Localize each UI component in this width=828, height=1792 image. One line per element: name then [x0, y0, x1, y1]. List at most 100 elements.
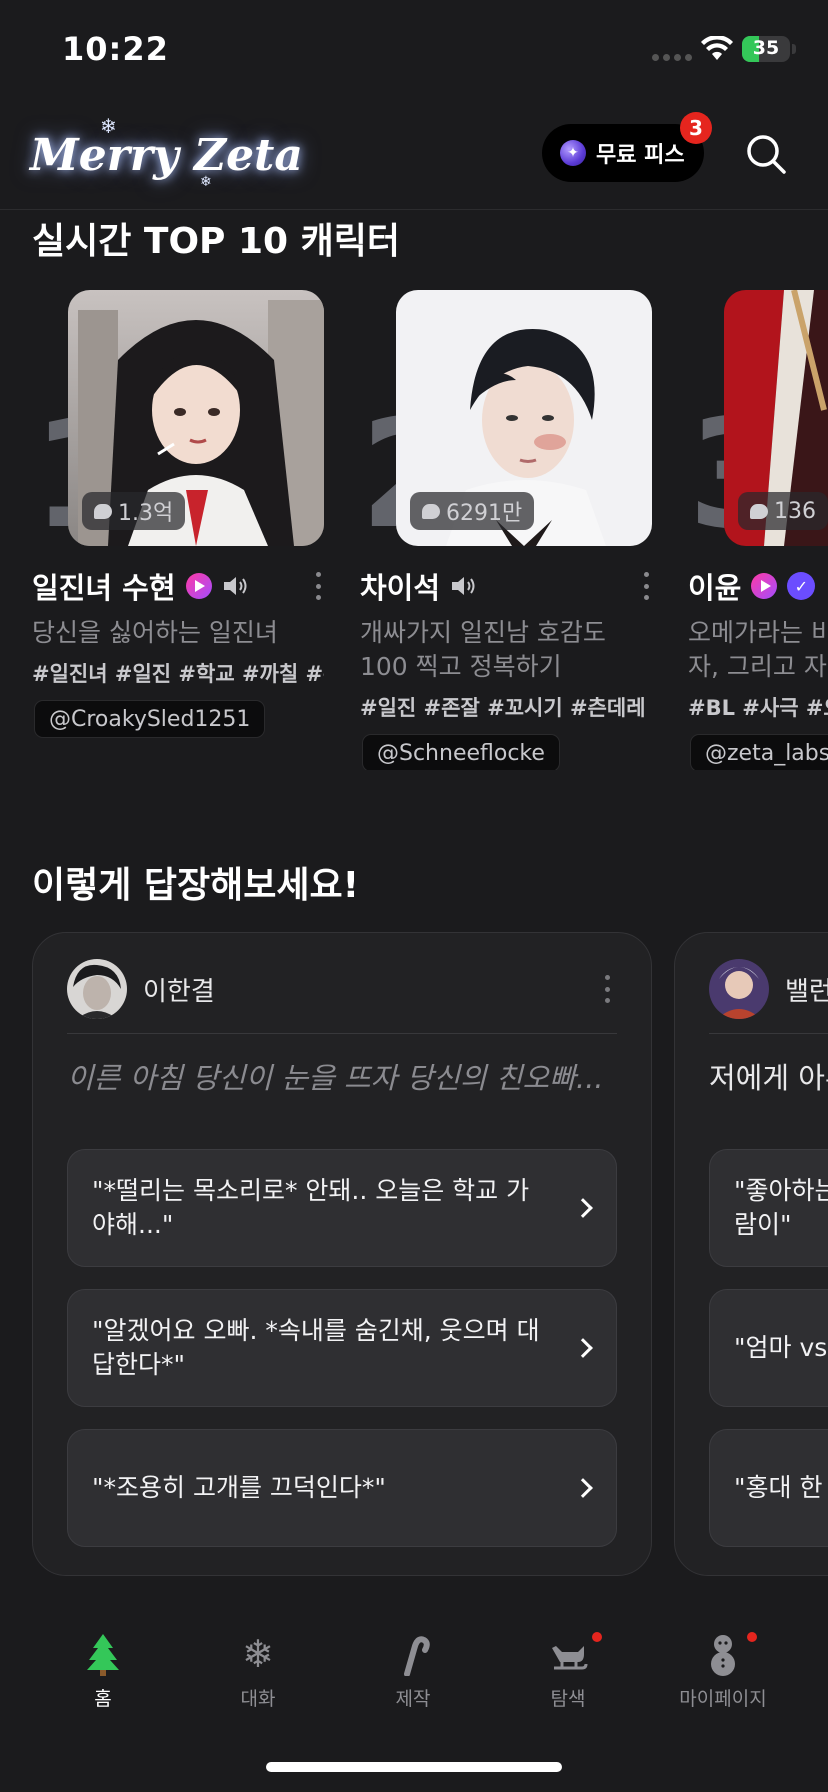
snowflake-decoration-icon: ❄ — [200, 174, 212, 190]
chat-count: 136 — [774, 498, 816, 524]
tab-explore[interactable]: 탐색 — [508, 1632, 628, 1718]
character-card[interactable]: 3 136 이윤 ✓ 오메가라는 비밀을 숨긴 남자, 그리고 자 #BL #사… — [688, 290, 828, 770]
logo-text: Merry Zeta — [30, 130, 303, 181]
tab-mypage[interactable]: 마이페이지 — [663, 1632, 783, 1718]
character-description: 당신을 싫어하는 일진녀 — [32, 618, 278, 647]
reply-option-text: "홍대 한 번 가" — [734, 1473, 828, 1502]
character-description: 오메가라는 비밀을 숨긴 남자, 그리고 자 — [688, 618, 828, 681]
chevron-right-icon — [573, 1478, 593, 1498]
more-options-icon[interactable] — [642, 572, 650, 600]
reply-suggestion-carousel[interactable]: 이한결 이른 아침 당신이 눈을 뜨자 당신의 친오빠... "*떨리는 목소리… — [0, 932, 828, 1578]
reply-option-button[interactable]: "엄마 vs 아빠" — [709, 1289, 828, 1407]
avatar[interactable] — [709, 959, 769, 1019]
home-indicator — [266, 1762, 562, 1772]
character-name: 일진녀 수현 — [32, 571, 176, 605]
avatar[interactable] — [67, 959, 127, 1019]
character-description: 개싸가지 일진남 호감도 100 찍고 정복하기 — [360, 618, 606, 681]
character-name-row: 일진녀 수현 — [32, 568, 322, 605]
free-pass-label: 무료 피스 — [596, 143, 685, 168]
snowflake-icon: ❄ — [242, 1632, 274, 1676]
tab-label: 마이페이지 — [679, 1688, 767, 1710]
creator-handle[interactable]: @CroakySled1251 — [34, 700, 266, 738]
creator-handle[interactable]: @Schneeflocke — [362, 734, 560, 770]
tab-label: 제작 — [395, 1688, 431, 1710]
candy-cane-icon — [404, 1636, 430, 1676]
reply-option-text: "좋아하는 사람이 있는데 나를 좋아하는 사람이" — [734, 1176, 828, 1239]
character-name-row: 이윤 ✓ — [688, 568, 828, 605]
notification-badge: 3 — [680, 112, 712, 144]
battery-level: 35 — [752, 37, 780, 59]
speaker-icon[interactable] — [450, 574, 480, 598]
reply-option-button[interactable]: "알겠어요 오빠. *속내를 숨긴채, 웃으며 대답한다*" — [67, 1289, 617, 1407]
character-name: 이윤 — [688, 571, 742, 605]
chevron-right-icon — [573, 1198, 593, 1218]
reply-option-button[interactable]: "*떨리는 목소리로* 안돼.. 오늘은 학교 가야해..." — [67, 1149, 617, 1267]
tab-label: 대화 — [240, 1688, 276, 1710]
tab-home[interactable]: 홈 — [43, 1632, 163, 1718]
tab-label: 탐색 — [550, 1688, 586, 1710]
character-card[interactable]: 2 6291만 차이석 — [360, 290, 680, 770]
app-header: ❄ Merry Zeta ❄ ✦ 무료 피스 3 — [0, 96, 828, 210]
reply-option-button[interactable]: "*조용히 고개를 끄덕인다*" — [67, 1429, 617, 1547]
chevron-right-icon — [573, 1338, 593, 1358]
tab-label: 홈 — [94, 1688, 112, 1710]
character-image: 6291만 — [396, 290, 652, 546]
more-options-icon[interactable] — [314, 572, 322, 600]
search-icon[interactable] — [744, 132, 788, 176]
reply-card[interactable]: 밸런 저에게 아무거나 물어보세요 "좋아하는 사람이 있는데 나를 좋아하는 … — [674, 932, 828, 1576]
status-bar: 10:22 35 — [0, 0, 828, 96]
wifi-icon — [701, 36, 733, 60]
character-image: 1.3억 — [68, 290, 324, 546]
merry-zeta-logo[interactable]: ❄ Merry Zeta ❄ — [30, 114, 303, 198]
tab-chat[interactable]: ❄ 대화 — [198, 1632, 318, 1718]
reply-section-title: 이렇게 답장해보세요! — [32, 865, 360, 906]
reply-option-button[interactable]: "홍대 한 번 가" — [709, 1429, 828, 1547]
tab-create[interactable]: 제작 — [353, 1632, 473, 1718]
reply-author-name: 이한결 — [143, 976, 215, 1007]
verified-icon: ✓ — [787, 572, 816, 600]
character-tags: #일진녀 #일진 #학교 #까칠 #츤데레 — [32, 662, 324, 686]
creator-handle[interactable]: @zeta_labs — [690, 734, 828, 770]
notification-dot — [747, 1632, 757, 1642]
more-options-icon[interactable] — [603, 975, 611, 1003]
chat-bubble-icon — [422, 503, 440, 519]
notification-dot — [592, 1632, 602, 1642]
reply-option-text: "*조용히 고개를 끄덕인다*" — [92, 1473, 386, 1502]
tree-icon — [87, 1634, 119, 1676]
reply-card-header: 밸런 — [709, 959, 828, 1019]
character-tags: #BL #사극 #오메가 — [688, 696, 828, 720]
reply-prompt: 저에게 아무거나 물어보세요 — [709, 1061, 828, 1095]
character-name: 차이석 — [360, 571, 441, 605]
reply-card[interactable]: 이한결 이른 아침 당신이 눈을 뜨자 당신의 친오빠... "*떨리는 목소리… — [32, 932, 652, 1576]
top10-section-title: 실시간 TOP 10 캐릭터 — [32, 221, 400, 262]
reply-option-text: "엄마 vs 아빠" — [734, 1333, 828, 1362]
reply-option-button[interactable]: "좋아하는 사람이 있는데 나를 좋아하는 사람이" — [709, 1149, 828, 1267]
reply-option-text: "*떨리는 목소리로* 안돼.. 오늘은 학교 가야해..." — [92, 1176, 530, 1239]
top10-carousel[interactable]: 1 1.3억 — [0, 290, 828, 770]
reply-card-header: 이한결 — [67, 959, 215, 1019]
gem-icon: ✦ — [560, 140, 586, 166]
battery-cap — [792, 44, 796, 54]
chat-count: 6291만 — [446, 501, 523, 526]
snowman-icon — [711, 1635, 735, 1676]
chat-count: 1.3억 — [118, 501, 174, 526]
reply-author-name: 밸런 — [785, 976, 828, 1007]
cellular-signal-icon — [652, 54, 692, 61]
chat-bubble-icon — [750, 503, 768, 519]
chat-count-chip: 6291만 — [410, 492, 535, 530]
sleigh-icon — [552, 1646, 588, 1670]
play-icon — [185, 573, 212, 599]
play-icon — [751, 573, 778, 599]
reply-option-text: "알겠어요 오빠. *속내를 숨긴채, 웃으며 대답한다*" — [92, 1316, 540, 1379]
character-tags: #일진 #존잘 #꼬시기 #츤데레 — [360, 696, 646, 720]
status-time: 10:22 — [62, 30, 169, 68]
character-image: 136 — [724, 290, 828, 546]
character-name-row: 차이석 — [360, 568, 650, 605]
speaker-icon[interactable] — [222, 574, 252, 598]
reply-prompt: 이른 아침 당신이 눈을 뜨자 당신의 친오빠... — [67, 1061, 604, 1095]
chat-bubble-icon — [94, 503, 112, 519]
divider — [67, 1033, 617, 1034]
free-pass-button[interactable]: ✦ 무료 피스 — [542, 124, 704, 182]
character-card[interactable]: 1 1.3억 — [32, 290, 352, 770]
chat-count-chip: 136 — [738, 492, 828, 530]
